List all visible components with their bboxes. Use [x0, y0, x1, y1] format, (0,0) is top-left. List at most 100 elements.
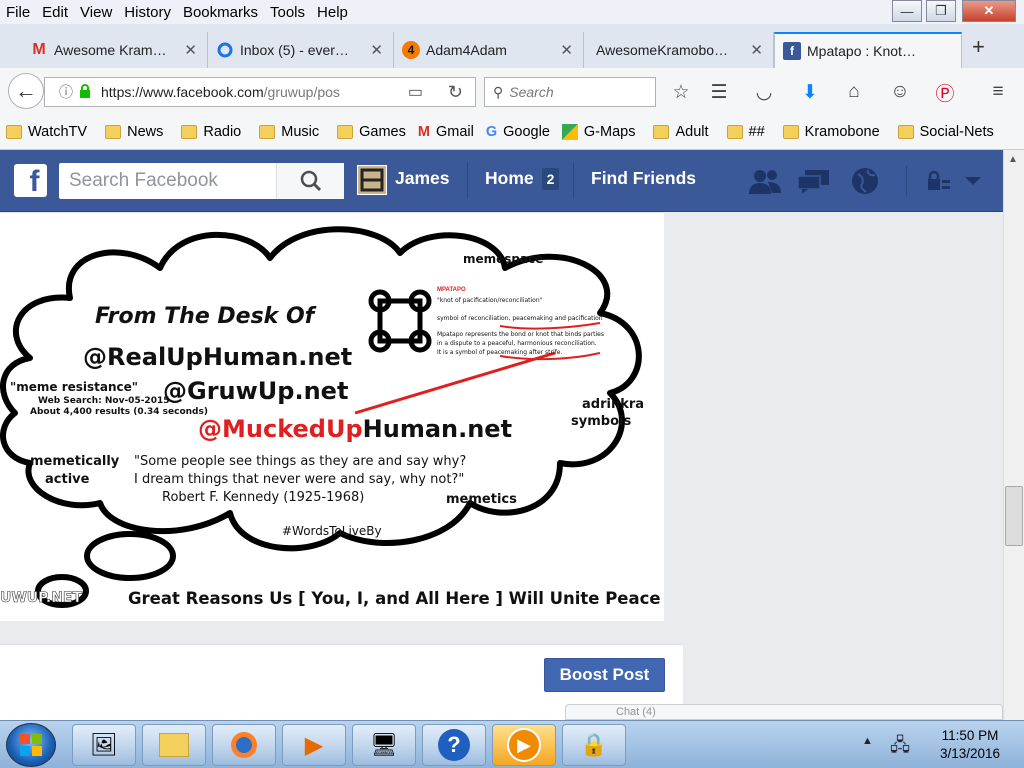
- back-button[interactable]: ←: [8, 73, 44, 109]
- bookmark-gmaps[interactable]: G-Maps: [561, 123, 635, 140]
- menu-file[interactable]: File: [0, 4, 36, 21]
- bookmark-watchtv[interactable]: WatchTV: [0, 124, 87, 140]
- bookmark-gmail[interactable]: M Gmail: [418, 124, 474, 140]
- tab-mpatapo[interactable]: f Mpatapo : Knot…: [774, 32, 962, 68]
- bookmark-label: Social-Nets: [919, 123, 994, 140]
- download-icon[interactable]: ⬇: [797, 80, 823, 104]
- scroll-up-icon[interactable]: ▲: [1008, 154, 1018, 165]
- desk-of-text: From The Desk Of: [95, 304, 317, 329]
- close-tab-icon[interactable]: ✕: [750, 41, 763, 59]
- tab-adam4adam[interactable]: 4 Adam4Adam ✕: [394, 32, 584, 68]
- mpatapo-line-3: in a dispute to a peaceful, harmonious r…: [437, 340, 597, 347]
- bookmark-star-icon[interactable]: ☆: [668, 80, 694, 104]
- show-hidden-icons[interactable]: ▲: [862, 735, 873, 747]
- adam4adam-icon: 4: [402, 41, 420, 59]
- reading-list-icon[interactable]: ☰: [706, 80, 732, 104]
- maximize-button[interactable]: ❐: [926, 0, 956, 22]
- profile-link[interactable]: James: [395, 168, 450, 189]
- taskbar-security-app[interactable]: 🔒: [562, 724, 626, 766]
- boost-post-button[interactable]: Boost Post: [544, 658, 665, 692]
- taskbar-explorer[interactable]: [142, 724, 206, 766]
- taskbar-media-app[interactable]: ▶: [282, 724, 346, 766]
- menu-history[interactable]: History: [118, 4, 177, 21]
- privacy-shortcuts-icon[interactable]: [921, 166, 955, 196]
- folder-icon: [782, 124, 799, 139]
- avatar[interactable]: [357, 165, 387, 195]
- home-link[interactable]: Home: [485, 168, 534, 189]
- url-bar[interactable]: ⓘ https://www.facebook.com/gruwup/pos ▭ …: [44, 77, 476, 107]
- info-icon[interactable]: ⓘ: [59, 82, 73, 102]
- bookmark-label: Adult: [675, 123, 709, 140]
- folder-icon: [6, 124, 22, 139]
- bookmark-news[interactable]: News: [99, 124, 163, 140]
- taskbar-help[interactable]: ?: [422, 724, 486, 766]
- menu-view[interactable]: View: [74, 4, 118, 21]
- tab-inbox[interactable]: Inbox (5) - ever… ✕: [208, 32, 394, 68]
- page-scrollbar[interactable]: ▲: [1003, 150, 1024, 720]
- close-tab-icon[interactable]: ✕: [184, 41, 197, 59]
- post-image[interactable]: memespace From The Desk Of @RealUpHuman.…: [0, 213, 664, 621]
- scrollbar-thumb[interactable]: [1005, 486, 1023, 546]
- bookmark-hashhash[interactable]: ##: [721, 124, 765, 140]
- find-friends-link[interactable]: Find Friends: [591, 168, 696, 189]
- search-icon: [300, 170, 321, 192]
- bookmark-adult[interactable]: Adult: [647, 123, 709, 140]
- facebook-search-button[interactable]: [276, 163, 344, 199]
- messages-icon[interactable]: [797, 166, 831, 196]
- home-icon[interactable]: ⌂: [841, 80, 867, 104]
- search-input[interactable]: ⚲ Search: [484, 77, 656, 107]
- facebook-search-input[interactable]: Search Facebook: [59, 163, 344, 199]
- bookmark-music[interactable]: Music: [253, 124, 319, 140]
- notifications-globe-icon[interactable]: [848, 166, 882, 196]
- bookmark-radio[interactable]: Radio: [175, 124, 241, 140]
- account-dropdown-icon[interactable]: [956, 166, 990, 196]
- taskbar-paint-app[interactable]: 🖼: [72, 724, 136, 766]
- bookmark-google[interactable]: G Google: [486, 124, 550, 140]
- gmail-icon: M: [417, 123, 430, 140]
- tab-label: Inbox (5) - ever…: [240, 42, 349, 58]
- tab-gmail[interactable]: M Awesome Kram… ✕: [22, 32, 208, 68]
- bookmark-social-nets[interactable]: Social-Nets: [892, 124, 994, 140]
- system-clock[interactable]: 11:50 PM 3/13/2016: [920, 727, 1020, 763]
- taskbar-player-active[interactable]: ▶: [492, 724, 556, 766]
- bookmark-label: Gmail: [435, 123, 474, 140]
- facebook-logo-icon[interactable]: f: [14, 164, 47, 197]
- reload-icon[interactable]: ↻: [448, 82, 463, 103]
- tab-awesomekramobone[interactable]: AwesomeKramobo… ✕: [584, 32, 774, 68]
- new-tab-button[interactable]: +: [972, 34, 996, 64]
- bookmark-label: Google: [503, 123, 550, 140]
- friend-requests-icon[interactable]: [748, 166, 782, 196]
- pinterest-icon[interactable]: Ⓟ: [932, 80, 958, 105]
- url-path: /gruwup/pos: [263, 84, 340, 100]
- menu-edit[interactable]: Edit: [36, 4, 74, 21]
- chat-tab[interactable]: Chat (4): [565, 704, 1003, 720]
- folder-icon: [897, 124, 914, 139]
- play-icon: ▶: [507, 728, 541, 762]
- bookmark-kramobone[interactable]: Kramobone: [777, 124, 880, 140]
- menu-tools[interactable]: Tools: [264, 4, 311, 21]
- close-tab-icon[interactable]: ✕: [370, 41, 383, 59]
- emoji-addon-icon[interactable]: ☺: [887, 80, 913, 104]
- minimize-button[interactable]: —: [892, 0, 922, 22]
- search-icon: ⚲: [493, 83, 504, 100]
- paint-app-icon: 🖼: [90, 732, 118, 757]
- pocket-icon[interactable]: ◡: [751, 80, 777, 104]
- lock-icon: 🔒: [580, 732, 608, 757]
- menu-help[interactable]: Help: [311, 4, 354, 21]
- bookmark-games[interactable]: Games: [331, 124, 406, 140]
- hamburger-menu-icon[interactable]: ≡: [985, 80, 1011, 104]
- menu-bookmarks[interactable]: Bookmarks: [177, 4, 264, 21]
- taskbar-firefox[interactable]: [212, 724, 276, 766]
- right-column: Chat (4): [565, 212, 1003, 720]
- start-button[interactable]: [6, 723, 56, 767]
- reader-view-icon[interactable]: ▭: [408, 82, 423, 102]
- close-button[interactable]: ✕: [962, 0, 1016, 22]
- tab-bar: M Awesome Kram… ✕ Inbox (5) - ever… ✕ 4 …: [0, 24, 1024, 68]
- tab-label: Adam4Adam: [426, 42, 507, 58]
- memetics-label: memetics: [446, 492, 517, 507]
- network-icon[interactable]: 🖧: [890, 733, 910, 763]
- bookmark-label: ##: [748, 123, 765, 140]
- minimize-icon: —: [900, 3, 914, 19]
- taskbar-computer[interactable]: 🖥: [352, 724, 416, 766]
- close-tab-icon[interactable]: ✕: [560, 41, 573, 59]
